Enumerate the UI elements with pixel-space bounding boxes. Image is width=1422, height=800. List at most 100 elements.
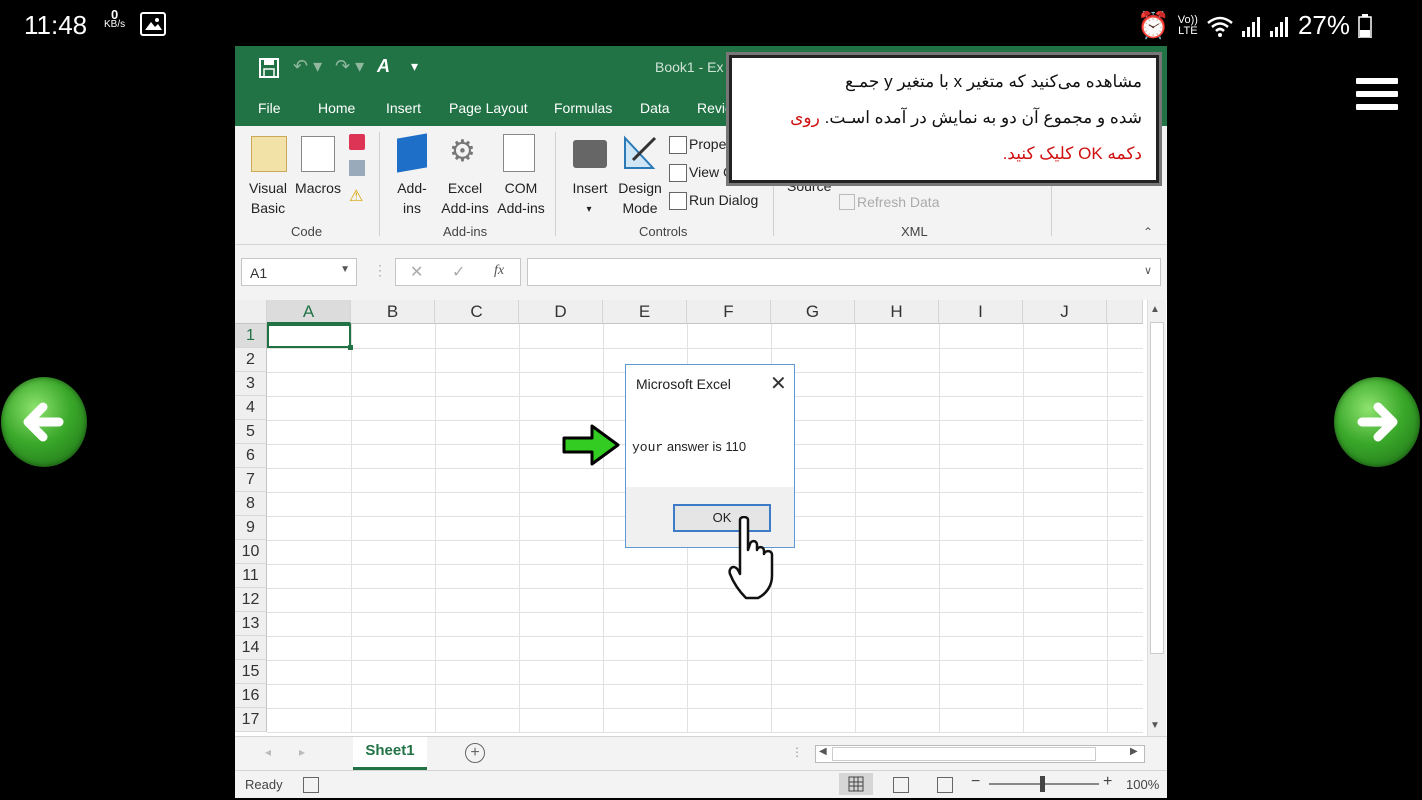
row-header[interactable]: 5 (235, 420, 267, 444)
row-header[interactable]: 8 (235, 492, 267, 516)
row-header[interactable]: 16 (235, 684, 267, 708)
tab-home[interactable]: Home (318, 100, 355, 116)
sheet-next-icon[interactable]: ▸ (299, 745, 305, 759)
column-header[interactable]: G (771, 300, 855, 324)
format-icon[interactable]: A (377, 56, 390, 77)
tab-page-layout[interactable]: Page Layout (449, 100, 528, 116)
cancel-icon[interactable]: ✕ (410, 262, 423, 282)
column-header[interactable]: H (855, 300, 939, 324)
tab-review[interactable]: Revie (697, 100, 733, 116)
zoom-level[interactable]: 100% (1126, 777, 1159, 792)
page-layout-view-icon[interactable] (893, 777, 909, 793)
visual-basic-icon (251, 136, 287, 172)
column-header[interactable]: D (519, 300, 603, 324)
column-header[interactable]: E (603, 300, 687, 324)
scroll-thumb[interactable] (1150, 322, 1164, 654)
dialog-close-icon[interactable]: ✕ (770, 371, 787, 396)
battery-icon (1358, 13, 1372, 38)
row-header[interactable]: 4 (235, 396, 267, 420)
row-header[interactable]: 1 (235, 324, 267, 348)
addins-icon (397, 133, 427, 173)
name-box[interactable]: A1 ▼ (241, 258, 357, 286)
window-title: Book1 - Ex (655, 59, 724, 75)
zoom-in-icon[interactable]: + (1103, 773, 1112, 791)
sheet-prev-icon[interactable]: ◂ (265, 745, 271, 759)
tab-insert[interactable]: Insert (386, 100, 421, 116)
normal-view-icon[interactable] (839, 773, 873, 795)
row-header[interactable]: 15 (235, 660, 267, 684)
instruction-note: مشاهده می‌کنید که متغیر x با متغیر y جمـ… (726, 52, 1162, 186)
run-dialog-button[interactable]: Run Dialog (689, 190, 758, 210)
row-header[interactable]: 9 (235, 516, 267, 540)
qat-dropdown-icon[interactable]: ▾ (411, 58, 418, 75)
row-header[interactable]: 10 (235, 540, 267, 564)
design-mode-button[interactable]: Design Mode (615, 178, 665, 218)
relative-ref-icon[interactable] (349, 160, 365, 176)
hscroll-thumb[interactable] (832, 747, 1096, 761)
wifi-icon (1207, 16, 1233, 37)
back-arrow-icon[interactable] (1, 377, 87, 467)
select-all-corner[interactable] (235, 300, 267, 324)
row-header[interactable]: 14 (235, 636, 267, 660)
column-header[interactable]: A (267, 300, 351, 324)
tab-data[interactable]: Data (640, 100, 670, 116)
grid-line (1023, 324, 1024, 732)
note-text: مشاهده می‌کنید که متغیر x با متغیر y جمـ… (790, 72, 1142, 163)
properties-button[interactable]: Proper (689, 134, 731, 154)
properties-icon (669, 136, 687, 154)
vertical-scrollbar[interactable]: ▲ ▼ (1147, 300, 1166, 736)
macro-record-status-icon[interactable] (303, 777, 319, 793)
macro-security-icon[interactable]: ⚠ (349, 186, 363, 206)
fill-handle[interactable] (348, 345, 353, 350)
view-code-button[interactable]: View C (689, 162, 733, 182)
horizontal-scrollbar[interactable]: ◀ ▶ (815, 745, 1145, 763)
column-header[interactable]: B (351, 300, 435, 324)
menu-icon[interactable] (1356, 78, 1398, 114)
row-header[interactable]: 2 (235, 348, 267, 372)
grid-line (939, 324, 940, 732)
collapse-ribbon-icon[interactable]: ⌃ (1143, 222, 1153, 242)
scroll-up-icon[interactable]: ▲ (1150, 304, 1160, 315)
scroll-left-icon[interactable]: ◀ (819, 746, 827, 757)
column-header[interactable]: F (687, 300, 771, 324)
row-header[interactable]: 7 (235, 468, 267, 492)
row-header[interactable]: 17 (235, 708, 267, 732)
row-header[interactable]: 6 (235, 444, 267, 468)
record-macro-icon[interactable] (349, 134, 365, 150)
insert-control-button[interactable]: Insert (565, 178, 615, 198)
undo-icon[interactable]: ↶ ▾ (293, 56, 322, 77)
macros-button[interactable]: Macros (293, 178, 343, 198)
scroll-right-icon[interactable]: ▶ (1130, 746, 1138, 757)
row-header[interactable]: 12 (235, 588, 267, 612)
design-mode-icon (623, 134, 657, 169)
row-header[interactable]: 3 (235, 372, 267, 396)
enter-icon[interactable]: ✓ (452, 262, 465, 282)
tab-formulas[interactable]: Formulas (554, 100, 612, 116)
column-header[interactable]: I (939, 300, 1023, 324)
excel-addins-button[interactable]: Excel Add-ins (437, 178, 493, 218)
column-header[interactable]: C (435, 300, 519, 324)
com-addins-button[interactable]: COM Add-ins (493, 178, 549, 218)
visual-basic-button[interactable]: Visual Basic (243, 178, 293, 218)
sheet-tab-sheet1[interactable]: Sheet1 (353, 737, 427, 770)
row-header[interactable]: 11 (235, 564, 267, 588)
tab-file[interactable]: File (258, 100, 281, 116)
forward-arrow-icon[interactable] (1334, 377, 1420, 467)
zoom-slider-thumb[interactable] (1040, 776, 1045, 792)
row-header[interactable]: 13 (235, 612, 267, 636)
formula-bar-grip-icon: ⋮ (373, 262, 387, 278)
zoom-out-icon[interactable]: − (971, 773, 980, 791)
formula-input[interactable]: ∨ (527, 258, 1161, 286)
scroll-down-icon[interactable]: ▼ (1150, 720, 1160, 731)
active-cell-a1[interactable] (267, 324, 351, 348)
page-break-view-icon[interactable] (937, 777, 953, 793)
add-sheet-icon[interactable]: + (465, 743, 485, 763)
signal-icon-2 (1269, 16, 1288, 37)
redo-icon[interactable]: ↷ ▾ (335, 56, 364, 77)
formula-buttons: ✕ ✓ fx (395, 258, 521, 286)
save-icon[interactable] (259, 58, 279, 78)
addins-button[interactable]: Add- ins (387, 178, 437, 218)
column-header[interactable]: J (1023, 300, 1107, 324)
insert-dropdown-icon[interactable]: ▾ (581, 200, 597, 220)
insert-function-icon[interactable]: fx (494, 263, 504, 279)
